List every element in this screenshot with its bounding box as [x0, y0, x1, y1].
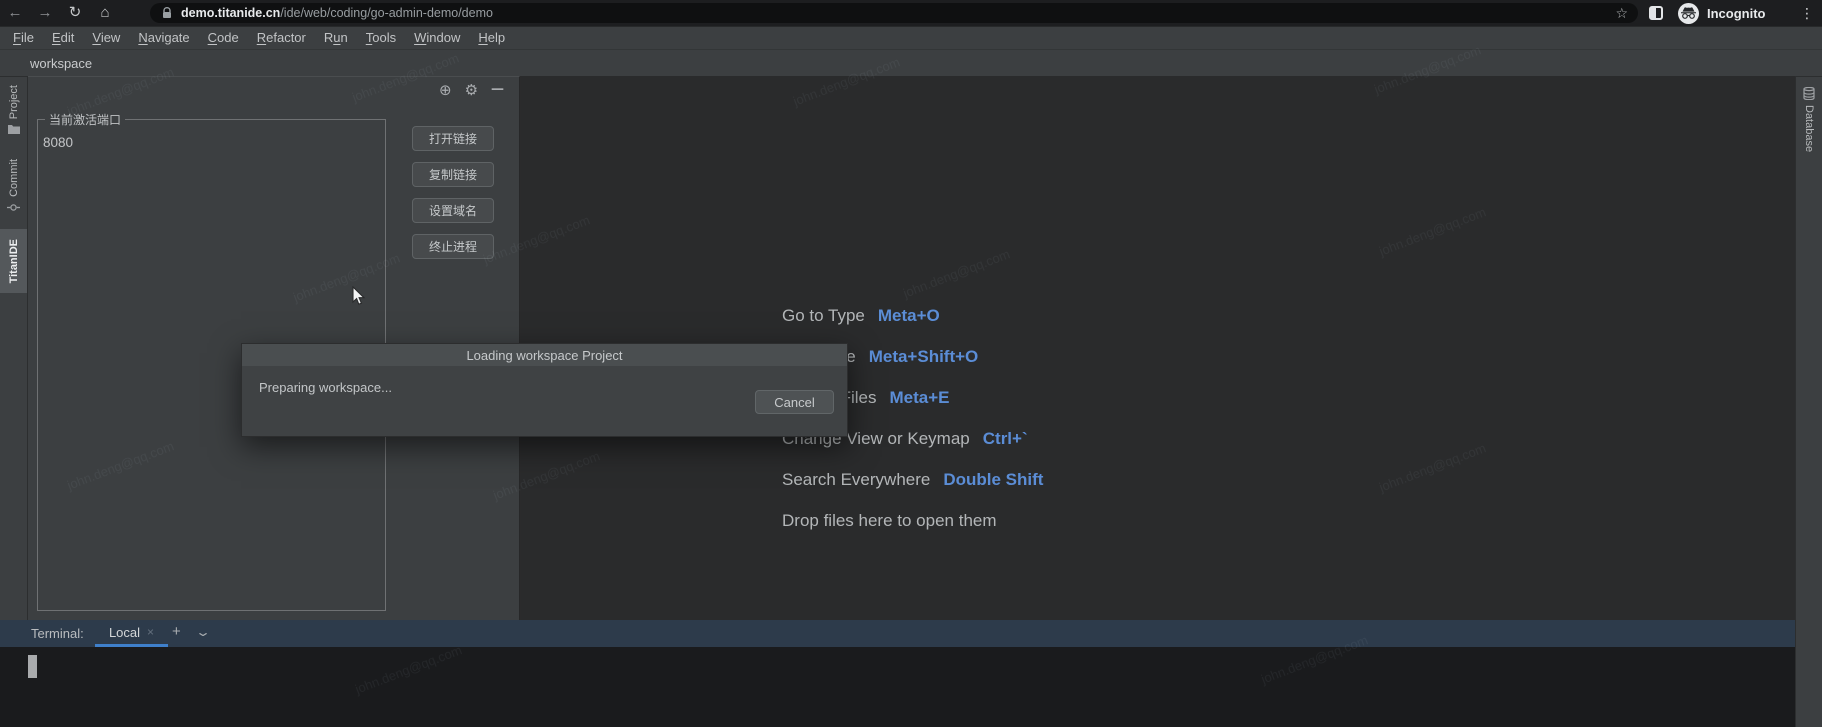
titanide-tool-label: TitanIDE [8, 239, 20, 283]
panel-action-button[interactable]: 复制链接 [412, 162, 494, 187]
shortcut-key-label: Ctrl+` [983, 429, 1028, 449]
menu-item[interactable]: Edit [43, 27, 83, 49]
shortcut-key-label: Double Shift [943, 470, 1043, 490]
terminal-tab-local[interactable]: Local × [95, 620, 168, 647]
menu-item[interactable]: Window [405, 27, 469, 49]
dialog-title: Loading workspace Project [466, 348, 622, 363]
shortcut-key-label: Meta+Shift+O [869, 347, 979, 367]
lock-icon [162, 7, 172, 19]
breadcrumb-workspace[interactable]: workspace [30, 56, 92, 71]
forward-icon[interactable]: → [30, 0, 60, 26]
commit-tool-label: Commit [8, 159, 20, 197]
cancel-button[interactable]: Cancel [755, 390, 834, 414]
dialog-titlebar[interactable]: Loading workspace Project [242, 344, 847, 366]
shortcut-action-label: Go to Type [782, 306, 865, 326]
ide-menu-bar: File Edit View Navigate Code Refactor Ru… [0, 26, 1822, 49]
panel-action-buttons: 打开链接 复制链接 设置域名 终止进程 [412, 126, 494, 259]
gear-icon[interactable]: ⚙ [465, 82, 478, 98]
side-panel-icon[interactable] [1649, 6, 1663, 20]
shortcut-key-label: Meta+E [889, 388, 949, 408]
shortcut-action-label: Search Everywhere [782, 470, 930, 490]
chevron-down-icon[interactable]: ⌄ [195, 625, 211, 639]
kebab-menu-icon[interactable]: ⋮ [1800, 0, 1814, 26]
terminal-label: Terminal: [31, 626, 84, 641]
menu-item[interactable]: Code [199, 27, 248, 49]
terminal-output[interactable] [0, 647, 1795, 727]
navigation-bar: workspace [0, 49, 1822, 76]
database-icon [1803, 87, 1815, 100]
terminal-tab-label: Local [109, 625, 140, 640]
dialog-message: Preparing workspace... [259, 380, 392, 395]
shortcut-hint-line: Search Everywhere Double Shift [782, 459, 1043, 500]
database-tool-label: Database [1803, 105, 1815, 152]
incognito-label: Incognito [1707, 6, 1766, 21]
minimize-icon[interactable]: — [491, 82, 504, 98]
active-port-legend: 当前激活端口 [45, 111, 125, 128]
tool-button-database[interactable]: Database [1796, 87, 1822, 152]
active-port-value: 8080 [43, 135, 73, 150]
menu-item[interactable]: Tools [357, 27, 405, 49]
terminal-toolbar: Terminal: Local × + ⌄ [0, 620, 1795, 647]
globe-icon[interactable]: ⊕ [439, 82, 452, 98]
mouse-cursor [352, 286, 366, 306]
url-host: demo.titanide.cn [181, 6, 280, 20]
shortcut-hint-line: Go to Type Meta+O [782, 295, 1043, 336]
browser-toolbar: ← → ↻ ⌂ demo.titanide.cn/ide/web/coding/… [0, 0, 1822, 26]
shortcut-key-label: Meta+O [878, 306, 940, 326]
url-path: /ide/web/coding/go-admin-demo/demo [280, 6, 493, 20]
add-tab-icon[interactable]: + [172, 623, 181, 640]
left-tool-stripe: Project Commit TitanIDE [0, 76, 28, 620]
close-icon[interactable]: × [147, 625, 154, 639]
back-icon[interactable]: ← [0, 0, 30, 26]
tool-button-project[interactable]: Project [0, 81, 27, 138]
screen: ← → ↻ ⌂ demo.titanide.cn/ide/web/coding/… [0, 0, 1822, 727]
loading-workspace-dialog: Loading workspace Project Preparing work… [241, 343, 848, 437]
folder-icon [8, 124, 20, 134]
tool-button-commit[interactable]: Commit [0, 155, 27, 217]
home-icon[interactable]: ⌂ [90, 0, 120, 26]
right-tool-stripe: Database [1795, 76, 1822, 727]
panel-action-button[interactable]: 终止进程 [412, 234, 494, 259]
panel-action-button[interactable]: 打开链接 [412, 126, 494, 151]
menu-item[interactable]: View [83, 27, 129, 49]
terminal-caret [28, 655, 37, 678]
incognito-icon [1678, 3, 1699, 24]
menu-item[interactable]: Refactor [248, 27, 315, 49]
tool-button-titanide[interactable]: TitanIDE [0, 229, 27, 293]
menu-item[interactable]: Help [469, 27, 514, 49]
panel-action-button[interactable]: 设置域名 [412, 198, 494, 223]
bookmark-star-icon[interactable]: ☆ [1615, 5, 1628, 22]
project-tool-label: Project [8, 85, 20, 119]
shortcut-action-label: Drop files here to open them [782, 511, 997, 531]
menu-item[interactable]: File [4, 27, 43, 49]
commit-icon [7, 202, 20, 213]
address-bar[interactable]: demo.titanide.cn/ide/web/coding/go-admin… [150, 3, 1638, 23]
menu-item[interactable]: Run [315, 27, 357, 49]
incognito-badge: Incognito [1678, 1, 1766, 25]
reload-icon[interactable]: ↻ [60, 0, 90, 26]
shortcut-hint-line: Drop files here to open them [782, 500, 1043, 541]
menu-item[interactable]: Navigate [129, 27, 198, 49]
